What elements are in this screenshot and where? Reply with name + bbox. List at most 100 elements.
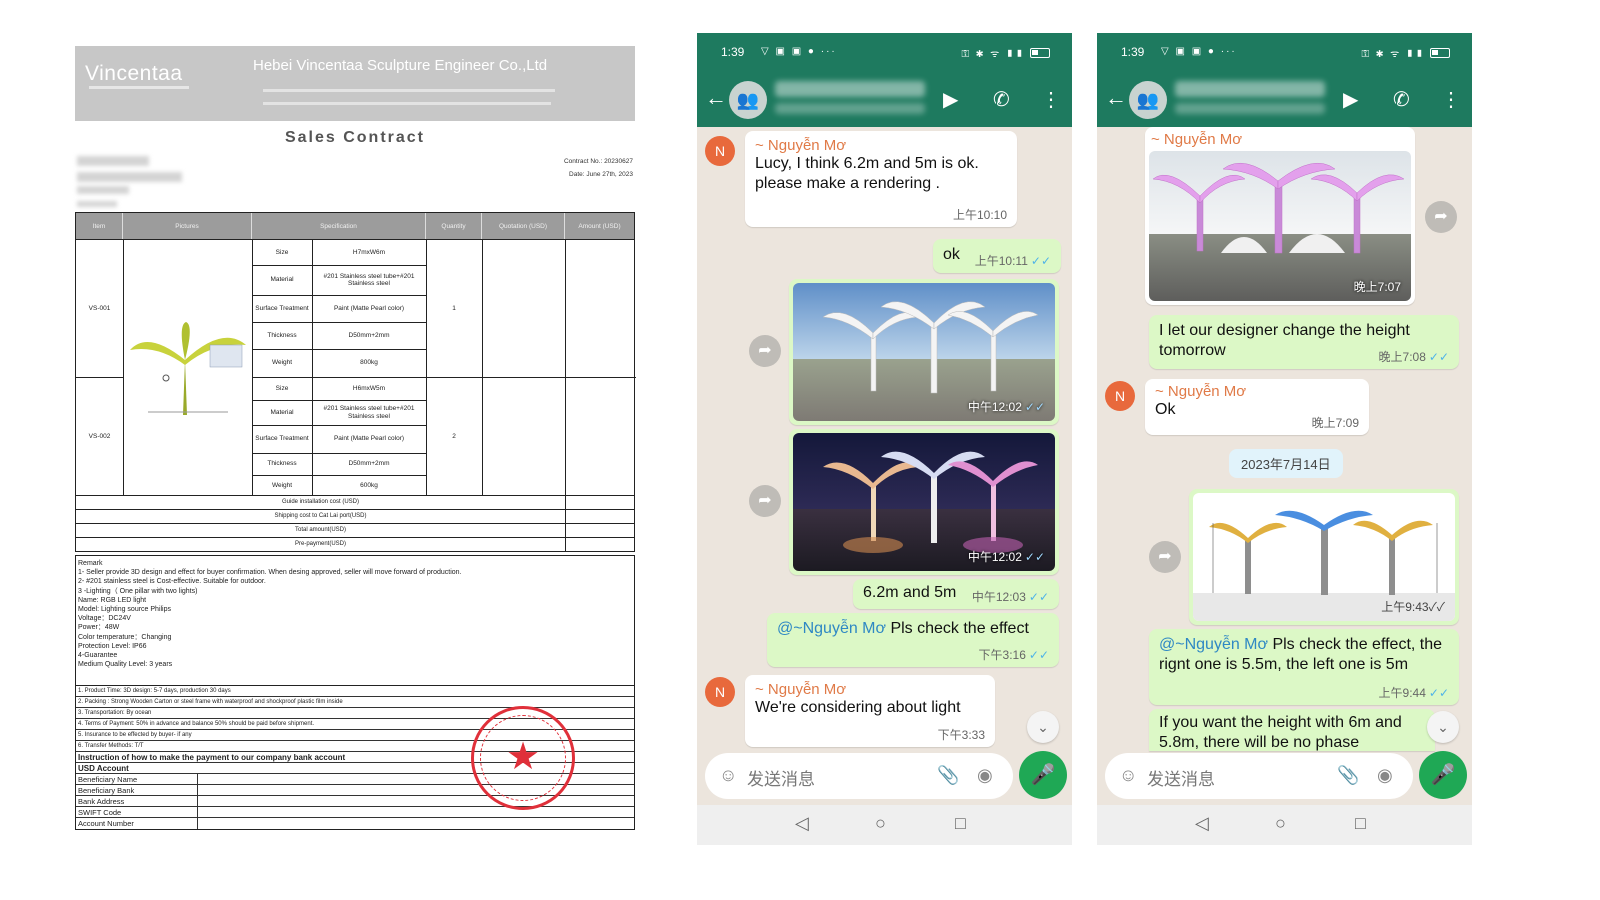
- sculpture-model-pink-image[interactable]: 晚上7:07: [1149, 151, 1411, 301]
- contract-date: Date: June 27th, 2023: [569, 171, 633, 178]
- chat-app-bar: ← 👥 ▶ ✆ ⋮: [1097, 73, 1472, 127]
- forward-icon[interactable]: ➦: [1425, 201, 1457, 233]
- nav-back-icon[interactable]: ◁: [795, 813, 809, 834]
- more-options-icon[interactable]: ⋮: [1041, 87, 1061, 112]
- message-text: 6.2m and 5m: [863, 584, 957, 601]
- back-arrow-icon[interactable]: ←: [1105, 85, 1127, 111]
- message-time: 上午9:44: [1378, 686, 1426, 700]
- sender-avatar[interactable]: N: [1105, 381, 1135, 411]
- group-members-blurred: [775, 103, 925, 114]
- microphone-icon[interactable]: 🎤: [1419, 751, 1467, 799]
- col-header: Specification: [252, 213, 426, 239]
- sculpture-rendering-night-image[interactable]: 中午12:02 ✓✓: [793, 433, 1055, 571]
- remark-line: 3 -Lighting（ One pillar with two lights): [78, 587, 198, 595]
- item-code: VS-001: [88, 304, 111, 312]
- contact-line: [263, 102, 551, 105]
- sender-avatar[interactable]: N: [705, 136, 735, 166]
- message-time: 中午12:03: [971, 590, 1026, 604]
- attach-icon[interactable]: 📎: [937, 765, 959, 786]
- back-arrow-icon[interactable]: ←: [705, 85, 727, 111]
- group-members-blurred: [1175, 103, 1325, 114]
- remark-line: Color temperature：Changing: [78, 633, 172, 641]
- read-receipt-icon: ✓✓: [1024, 550, 1045, 564]
- message-time: 下午3:16: [978, 648, 1026, 662]
- nav-home-icon[interactable]: ○: [875, 813, 886, 834]
- phone-call-icon[interactable]: ✆: [1393, 87, 1410, 112]
- group-avatar-icon[interactable]: 👥: [1129, 81, 1167, 119]
- incoming-message[interactable]: ~ Nguyễn Mơ Lucy, I think 6.2m and 5m is…: [745, 131, 1017, 227]
- outgoing-message[interactable]: 6.2m and 5m 中午12:03 ✓✓: [853, 579, 1059, 609]
- company-seal-stamp: ★: [471, 706, 575, 810]
- outgoing-image-message[interactable]: 中午12:02 ✓✓: [789, 279, 1059, 425]
- read-receipt-icon: ✓✓: [1428, 686, 1449, 700]
- total-row: Guide installation cost (USD): [76, 495, 634, 509]
- more-options-icon[interactable]: ⋮: [1441, 87, 1461, 112]
- group-name-blurred[interactable]: [775, 81, 925, 97]
- status-bar: 1:39 ▽ ▣ ▣ ● ··· ⚿ ✱ ᯤ ▮▮: [697, 33, 1072, 73]
- spec-label: Material: [270, 276, 294, 284]
- mention-link[interactable]: @~Nguyễn Mơ: [1159, 636, 1268, 653]
- message-text: We're considering about light: [755, 699, 961, 716]
- emoji-icon[interactable]: ☺: [719, 765, 737, 786]
- buyer-info-blurred: [77, 172, 182, 182]
- remark-line: 1- Seller provide 3D design and effect f…: [78, 569, 462, 577]
- outgoing-image-message[interactable]: 中午12:02 ✓✓: [789, 429, 1059, 575]
- battery-icon: [1030, 48, 1050, 58]
- read-receipt-icon: ✓✓: [1028, 648, 1049, 662]
- message-time: 上午10:11: [974, 254, 1028, 268]
- message-time: 晚上7:09: [1311, 416, 1359, 430]
- spec-value: 600kg: [360, 481, 378, 489]
- camera-icon[interactable]: ◉: [977, 765, 993, 786]
- nav-back-icon[interactable]: ◁: [1195, 813, 1209, 834]
- read-receipt-icon: ✓✓: [1024, 400, 1045, 414]
- battery-icon: [1430, 48, 1450, 58]
- incoming-message[interactable]: ~ Nguyễn Mơ Ok 晚上7:09: [1145, 379, 1369, 435]
- nav-recents-icon[interactable]: □: [1355, 813, 1366, 834]
- sender-avatar[interactable]: N: [705, 677, 735, 707]
- emoji-icon[interactable]: ☺: [1119, 765, 1137, 786]
- term-line: 1. Product Time: 3D design: 5-7 days, pr…: [76, 686, 634, 697]
- logo-tagline-blurred: [89, 86, 189, 89]
- message-input-field[interactable]: ☺ 发送消息 📎 ◉: [1105, 753, 1413, 799]
- forward-icon[interactable]: ➦: [1149, 541, 1181, 573]
- incoming-message[interactable]: ~ Nguyễn Mơ We're considering about ligh…: [745, 675, 995, 747]
- video-call-icon[interactable]: ▶: [943, 87, 958, 112]
- sculpture-height-diagram-image[interactable]: 上午9:43✓✓: [1193, 493, 1455, 621]
- microphone-icon[interactable]: 🎤: [1019, 751, 1067, 799]
- scroll-down-icon[interactable]: ⌄: [1427, 711, 1459, 743]
- outgoing-message[interactable]: If you want the height with 6m and 5.8m,…: [1149, 709, 1435, 751]
- camera-icon[interactable]: ◉: [1377, 765, 1393, 786]
- scroll-down-icon[interactable]: ⌄: [1027, 711, 1059, 743]
- group-name-blurred[interactable]: [1175, 81, 1325, 97]
- incoming-image-message[interactable]: ~ Nguyễn Mơ 晚上7:07: [1145, 127, 1415, 305]
- message-time: 晚上7:07: [1353, 280, 1401, 294]
- sender-name: ~ Nguyễn Mơ: [1151, 131, 1243, 148]
- sculpture-rendering-day-image[interactable]: 中午12:02 ✓✓: [793, 283, 1055, 421]
- attach-icon[interactable]: 📎: [1337, 765, 1359, 786]
- term-line: 2. Packing : Strong Wooden Carton or ste…: [76, 697, 634, 708]
- mention-link[interactable]: @~Nguyễn Mơ: [777, 620, 886, 637]
- nav-recents-icon[interactable]: □: [955, 813, 966, 834]
- buyer-info-blurred: [77, 186, 129, 194]
- forward-icon[interactable]: ➦: [749, 485, 781, 517]
- outgoing-message[interactable]: @~Nguyễn Mơ Pls check the effect 下午3:16 ✓…: [767, 613, 1059, 667]
- spec-label: Material: [270, 408, 294, 416]
- outgoing-message[interactable]: @~Nguyễn Mơ Pls check the effect, the ri…: [1149, 629, 1459, 705]
- remark-line: Voltage：DC24V: [78, 615, 131, 623]
- message-input-field[interactable]: ☺ 发送消息 📎 ◉: [705, 753, 1013, 799]
- outgoing-message[interactable]: ok 上午10:11 ✓✓: [933, 239, 1061, 273]
- forward-icon[interactable]: ➦: [749, 335, 781, 367]
- col-header: Quantity: [426, 213, 482, 239]
- status-bar: 1:39 ▽ ▣ ▣ ● ··· ⚿ ✱ ᯤ ▮▮: [1097, 33, 1472, 73]
- spec-label: Size: [275, 248, 289, 256]
- group-avatar-icon[interactable]: 👥: [729, 81, 767, 119]
- read-receipt-icon: ✓✓: [1428, 350, 1449, 364]
- whatsapp-chat-screen: 1:39 ▽ ▣ ▣ ● ··· ⚿ ✱ ᯤ ▮▮ ← 👥 ▶ ✆ ⋮ ~ Ng…: [1097, 33, 1472, 845]
- message-time: 上午9:43: [1381, 600, 1429, 614]
- nav-home-icon[interactable]: ○: [1275, 813, 1286, 834]
- video-call-icon[interactable]: ▶: [1343, 87, 1358, 112]
- outgoing-message[interactable]: I let our designer change the height tom…: [1149, 315, 1459, 369]
- outgoing-image-message[interactable]: 上午9:43✓✓: [1189, 489, 1459, 625]
- spec-value: H6mxW5m: [352, 384, 386, 392]
- phone-call-icon[interactable]: ✆: [993, 87, 1010, 112]
